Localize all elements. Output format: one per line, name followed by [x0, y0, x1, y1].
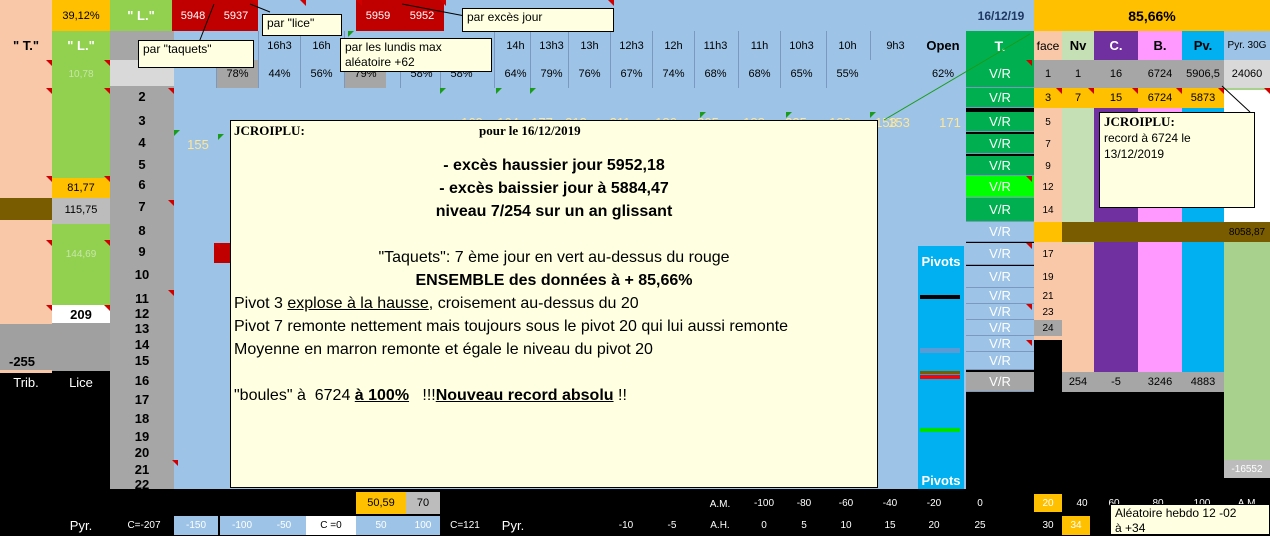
red-corner-marker [214, 243, 220, 249]
red-corner-marker [252, 0, 258, 6]
note-taquets: par "taquets" [138, 40, 254, 68]
red-corner-marker [608, 0, 614, 6]
pyr-value: -150 [174, 516, 218, 535]
note-record-2: 13/12/2019 [1104, 147, 1165, 161]
bottom-v1: 50,59 [356, 492, 406, 514]
note-record: JCROIPLU: record à 6724 le 13/12/2019 [1099, 112, 1255, 208]
trib-label: Trib. [13, 374, 39, 390]
red-corner-marker [1026, 243, 1032, 249]
green-corner-marker [870, 112, 876, 118]
note-lundis-2: aléatoire +62 [345, 55, 415, 69]
red-corner-marker [1026, 304, 1032, 310]
c-207: C=-207 [127, 520, 161, 531]
note-hebdo-1: Aléatoire hebdo 12 -02 [1115, 506, 1237, 520]
red-corner-marker [1132, 88, 1138, 94]
green-corner-marker [530, 88, 536, 94]
red-corner-marker [440, 0, 446, 6]
red-corner-marker [46, 60, 52, 66]
ah-value: 30 [1042, 520, 1054, 531]
red-corner-marker [1026, 60, 1032, 66]
red-corner-marker [1176, 88, 1182, 94]
green-corner-marker [700, 112, 706, 118]
ah-value: -10 [618, 520, 634, 531]
note-lundis-1: par les lundis max [345, 40, 442, 54]
red-corner-marker [172, 460, 178, 466]
green-corner-marker [440, 88, 446, 94]
lice-label: Lice [69, 374, 93, 390]
red-corner-marker [168, 88, 174, 94]
pyr-label: Pyr. [69, 518, 93, 533]
red-corner-marker [46, 240, 52, 246]
red-corner-marker [46, 305, 52, 311]
note-hebdo-2: à +34 [1115, 521, 1146, 535]
note-lice: par "lice" [262, 14, 342, 36]
am-label: A.M. [709, 498, 731, 510]
red-corner-marker [46, 88, 52, 94]
c-0: C =0 [306, 516, 356, 535]
ah-value: 15 [884, 520, 896, 531]
red-corner-marker [300, 0, 306, 6]
pyr-value: 100 [406, 516, 440, 535]
pyr-value: -50 [262, 516, 306, 535]
red-corner-marker [46, 176, 52, 182]
red-corner-marker [104, 240, 110, 246]
red-corner-marker [356, 0, 362, 6]
am-value: 0 [977, 497, 983, 509]
green-corner-marker [786, 112, 792, 118]
note-hebdo: Aléatoire hebdo 12 -02 à +34 [1110, 504, 1270, 535]
ah-value: 5 [801, 520, 807, 531]
red-corner-marker [1056, 88, 1062, 94]
am-value: -40 [882, 497, 898, 509]
note-record-title: JCROIPLU: [1104, 114, 1175, 129]
green-corner-marker [174, 130, 180, 136]
note-record-1: record à 6724 le [1104, 131, 1191, 145]
red-corner-marker [104, 60, 110, 66]
red-corner-marker [104, 176, 110, 182]
green-corner-marker [496, 88, 502, 94]
red-corner-marker [1026, 340, 1032, 346]
callout-lines [195, 3, 1251, 121]
bottom-v2: 70 [406, 492, 440, 514]
am-value: 20 [1034, 494, 1062, 512]
am-value: -20 [926, 497, 942, 509]
note-exces: par excès jour [462, 8, 614, 32]
ah-value: 34 [1062, 516, 1090, 535]
ah-label: A.H. [710, 520, 730, 531]
green-corner-marker [348, 31, 354, 37]
ah-value: 10 [840, 520, 852, 531]
ah-value: 25 [974, 520, 986, 531]
pyr-value: -100 [220, 516, 264, 535]
c-121: C=121 [450, 520, 480, 531]
pyr-label-2: Pyr. [501, 518, 525, 533]
am-value: -60 [838, 497, 854, 509]
red-corner-marker [168, 200, 174, 206]
am-value: -80 [796, 497, 812, 509]
pyr-value: 50 [356, 516, 406, 535]
ah-value: -5 [667, 520, 677, 531]
red-corner-marker [1218, 88, 1224, 94]
ah-value: 0 [761, 520, 767, 531]
red-corner-marker [1264, 88, 1270, 94]
red-corner-marker [168, 290, 174, 296]
note-lundis: par les lundis max aléatoire +62 [340, 38, 492, 72]
red-corner-marker [1026, 176, 1032, 182]
red-corner-marker [104, 88, 110, 94]
green-corner-marker [218, 134, 224, 140]
red-corner-marker [104, 305, 110, 311]
am-value: -100 [753, 497, 774, 509]
red-corner-marker [1088, 88, 1094, 94]
ah-value: 20 [928, 520, 940, 531]
